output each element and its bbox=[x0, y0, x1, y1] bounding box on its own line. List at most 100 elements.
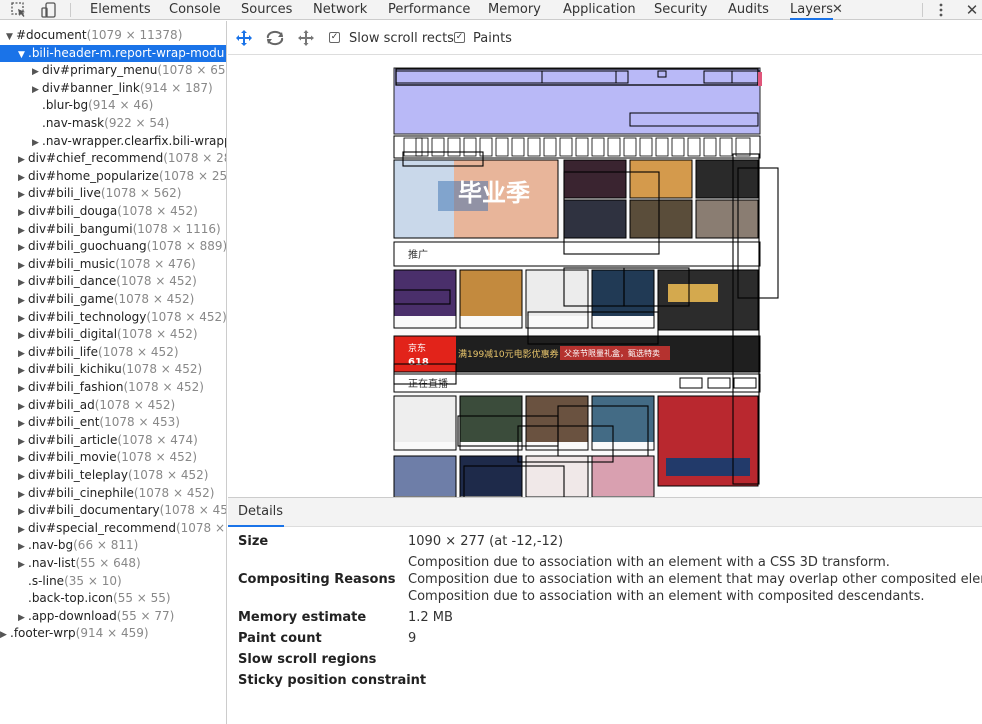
expand-arrow-right-icon[interactable]: ▶ bbox=[18, 258, 28, 275]
expand-arrow-right-icon[interactable]: ▶ bbox=[18, 539, 28, 556]
expand-arrow-right-icon[interactable]: ▶ bbox=[18, 152, 28, 169]
layer-name: div#bili_fashion bbox=[28, 380, 124, 394]
tab-performance[interactable]: Performance bbox=[388, 0, 470, 20]
expand-arrow-right-icon[interactable]: ▶ bbox=[18, 205, 28, 222]
expand-arrow-down-icon[interactable]: ▼ bbox=[6, 29, 16, 46]
expand-arrow-right-icon[interactable]: ▶ bbox=[32, 82, 42, 99]
device-toolbar-icon[interactable] bbox=[38, 0, 60, 20]
expand-arrow-down-icon[interactable]: ▼ bbox=[18, 47, 28, 64]
ad-text-1: 满199减10元电影优惠券 bbox=[458, 348, 559, 360]
layer-tree-item[interactable]: ▼ #document(1079 × 11378) bbox=[0, 27, 226, 46]
rotate-mode-icon[interactable] bbox=[265, 28, 285, 48]
layer-tree-item[interactable]: ▼ .bili-header-m.report-wrap-modu bbox=[0, 44, 226, 64]
layer-size: (922 × 54) bbox=[104, 116, 170, 130]
layer-tree-item[interactable]: ▶ div#bili_dance(1078 × 452) bbox=[0, 273, 226, 292]
layer-tree-item[interactable]: .blur-bg(914 × 46) bbox=[0, 97, 226, 115]
layer-tree-item[interactable]: ▶ .footer-wrp(914 × 459) bbox=[0, 625, 226, 644]
more-options-icon[interactable] bbox=[930, 0, 952, 20]
layer-tree-item[interactable]: ▶div#special_recommend(1078 × 2 bbox=[0, 520, 226, 539]
layer-tree-item[interactable]: ▶div#home_popularize(1078 × 251 bbox=[0, 168, 226, 187]
layer-tree-item[interactable]: ▶ div#bili_digital(1078 × 452) bbox=[0, 326, 226, 345]
tab-memory[interactable]: Memory bbox=[488, 0, 541, 20]
reset-transform-icon[interactable] bbox=[296, 28, 316, 48]
layer-tree-item[interactable]: ▶ div#bili_teleplay(1078 × 452) bbox=[0, 467, 226, 486]
layer-tree-item[interactable]: .back-top.icon(55 × 55) bbox=[0, 590, 226, 608]
layer-size: (1078 × 889) bbox=[146, 239, 227, 254]
expand-arrow-right-icon[interactable]: ▶ bbox=[32, 64, 42, 81]
layer-tree-item[interactable]: ▶ div#bili_article(1078 × 474) bbox=[0, 432, 226, 451]
layers-canvas[interactable]: 毕业季 推广 京东 618 满199减10元电影优惠券 父亲节限量礼盒，甄选特卖… bbox=[228, 56, 982, 497]
expand-arrow-right-icon[interactable]: ▶ bbox=[18, 328, 28, 345]
layer-tree-item[interactable]: ▶div#chief_recommend(1078 × 286 bbox=[0, 150, 226, 169]
layer-tree-item[interactable]: ▶div#bili_documentary(1078 × 452 bbox=[0, 502, 226, 521]
slow-scroll-checkbox[interactable]: ✓ bbox=[329, 32, 340, 43]
layer-tree-item[interactable]: ▶ div#bili_douga(1078 × 452) bbox=[0, 203, 226, 222]
layer-tree-item[interactable]: ▶ .nav-wrapper.clearfix.bili-wrapp bbox=[0, 133, 226, 152]
layer-tree-item[interactable]: .nav-mask(922 × 54) bbox=[0, 115, 226, 133]
expand-arrow-right-icon[interactable]: ▶ bbox=[18, 416, 28, 433]
expand-arrow-right-icon[interactable]: ▶ bbox=[18, 275, 28, 292]
pan-mode-icon[interactable] bbox=[234, 28, 254, 48]
expand-arrow-right-icon[interactable]: ▶ bbox=[18, 399, 28, 416]
tab-audits[interactable]: Audits bbox=[728, 0, 769, 20]
expand-arrow-right-icon[interactable]: ▶ bbox=[18, 451, 28, 468]
expand-arrow-right-icon[interactable]: ▶ bbox=[18, 170, 28, 187]
layer-tree-item[interactable]: ▶ div#bili_kichiku(1078 × 452) bbox=[0, 361, 226, 380]
expand-arrow-right-icon[interactable]: ▶ bbox=[18, 469, 28, 486]
close-devtools-icon[interactable]: ✕ bbox=[961, 0, 982, 20]
tab-sources[interactable]: Sources bbox=[241, 0, 292, 20]
expand-arrow-right-icon[interactable]: ▶ bbox=[18, 504, 28, 521]
layer-name: .blur-bg bbox=[42, 98, 89, 113]
layer-tree-item[interactable]: ▶ div#bili_guochuang(1078 × 889) bbox=[0, 238, 227, 257]
tab-console[interactable]: Console bbox=[169, 0, 221, 20]
tab-elements[interactable]: Elements bbox=[90, 0, 151, 20]
layer-tree-item[interactable]: ▶ div#bili_technology(1078 × 452) bbox=[0, 309, 226, 328]
expand-arrow-right-icon[interactable]: ▶ bbox=[18, 522, 28, 539]
layer-size: (66 × 811) bbox=[73, 538, 139, 553]
layer-tree-item[interactable]: ▶ div#bili_movie(1078 × 452) bbox=[0, 449, 226, 468]
layer-tree-item[interactable]: .s-line(35 × 10) bbox=[0, 573, 226, 591]
layer-name: div#bili_music bbox=[28, 256, 116, 271]
layers-3d-viewport[interactable]: 毕业季 推广 京东 618 满199减10元电影优惠券 父亲节限量礼盒，甄选特卖… bbox=[228, 56, 982, 497]
layer-tree-item[interactable]: ▶ div#bili_music(1078 × 476) bbox=[0, 256, 226, 275]
layer-tree-item[interactable]: ▶ div#banner_link(914 × 187) bbox=[0, 80, 226, 99]
tab-application[interactable]: Application bbox=[563, 0, 636, 20]
expand-arrow-right-icon[interactable]: ▶ bbox=[18, 557, 28, 574]
layer-tree-item[interactable]: ▶ div#bili_fashion(1078 × 452) bbox=[0, 379, 226, 398]
layer-tree-item[interactable]: ▶ div#bili_bangumi(1078 × 1116) bbox=[0, 221, 226, 240]
layer-tree-item[interactable]: ▶ div#bili_ad(1078 × 452) bbox=[0, 397, 226, 416]
inspect-element-icon[interactable] bbox=[8, 0, 30, 20]
expand-arrow-right-icon[interactable]: ▶ bbox=[18, 346, 28, 363]
layer-size: (1078 × 452) bbox=[127, 468, 209, 482]
tab-security[interactable]: Security bbox=[654, 0, 707, 20]
tab-layers[interactable]: Layers bbox=[790, 0, 834, 20]
layer-size: (55 × 77) bbox=[116, 608, 175, 623]
layer-tree-item[interactable]: ▶ .app-download(55 × 77) bbox=[0, 608, 226, 627]
expand-arrow-right-icon[interactable]: ▶ bbox=[18, 487, 28, 504]
layer-tree-item[interactable]: ▶ div#bili_ent(1078 × 453) bbox=[0, 414, 226, 433]
close-layers-tab-icon[interactable]: ✕ bbox=[832, 0, 843, 20]
expand-arrow-right-icon[interactable]: ▶ bbox=[18, 293, 28, 310]
details-tab[interactable]: Details bbox=[238, 504, 283, 519]
expand-arrow-right-icon[interactable]: ▶ bbox=[18, 311, 28, 328]
expand-arrow-right-icon[interactable]: ▶ bbox=[18, 240, 28, 257]
layer-tree-item[interactable]: ▶ div#bili_live(1078 × 562) bbox=[0, 185, 226, 204]
expand-arrow-right-icon[interactable]: ▶ bbox=[18, 610, 28, 627]
layer-tree-item[interactable]: ▶ div#bili_game(1078 × 452) bbox=[0, 291, 226, 310]
layer-tree-item[interactable]: ▶ .nav-list(55 × 648) bbox=[0, 555, 226, 574]
expand-arrow-right-icon[interactable]: ▶ bbox=[18, 363, 28, 380]
expand-arrow-right-icon[interactable]: ▶ bbox=[18, 434, 28, 451]
expand-arrow-right-icon[interactable]: ▶ bbox=[18, 223, 28, 240]
expand-arrow-right-icon[interactable]: ▶ bbox=[18, 187, 28, 204]
expand-arrow-right-icon[interactable]: ▶ bbox=[18, 381, 28, 398]
layer-tree-item[interactable]: ▶ div#bili_life(1078 × 452) bbox=[0, 344, 226, 363]
layer-size: (914 × 46) bbox=[88, 98, 154, 113]
paints-checkbox[interactable]: ✓ bbox=[454, 32, 465, 43]
expand-arrow-right-icon[interactable]: ▶ bbox=[0, 627, 10, 644]
layer-tree-item[interactable]: ▶ div#primary_menu(1078 × 65) bbox=[0, 62, 226, 81]
layer-tree-item[interactable]: ▶ .nav-bg(66 × 811) bbox=[0, 537, 226, 556]
layer-tree-item[interactable]: ▶ div#bili_cinephile(1078 × 452) bbox=[0, 485, 226, 504]
expand-arrow-right-icon[interactable]: ▶ bbox=[32, 135, 42, 152]
detail-value: 1090 × 277 (at -12,-12) bbox=[408, 534, 564, 549]
tab-network[interactable]: Network bbox=[313, 0, 367, 20]
